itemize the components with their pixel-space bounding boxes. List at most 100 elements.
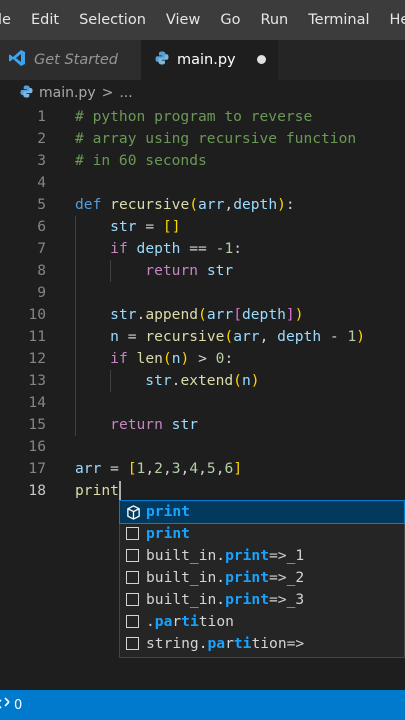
line-number: 2: [37, 130, 46, 147]
menu-go[interactable]: Go: [210, 12, 250, 28]
tab-main-py[interactable]: main.py: [141, 40, 278, 80]
cube-icon: [126, 505, 140, 520]
line-number: 10: [28, 306, 46, 323]
menu-file[interactable]: ile: [0, 12, 21, 28]
suggestion-item[interactable]: string.partition=>: [120, 633, 404, 655]
tab-label: Get Started: [34, 52, 118, 68]
suggestion-item[interactable]: built_in.print=>_3: [120, 589, 404, 611]
suggestion-item[interactable]: print: [120, 523, 404, 545]
menu-run[interactable]: Run: [250, 12, 298, 28]
indent-guide: [110, 260, 112, 282]
code-line[interactable]: 9: [0, 282, 405, 304]
code-text: str = []: [110, 218, 181, 235]
code-text: # in 60 seconds: [75, 152, 207, 169]
tab-bar: Get Started main.py: [0, 40, 405, 80]
code-text: print: [75, 482, 119, 499]
indent-guide: [75, 216, 76, 436]
line-number: 18: [28, 482, 46, 499]
code-text: return str: [110, 416, 199, 433]
line-number: 1: [37, 108, 46, 125]
suggestion-label: string.partition=>: [146, 635, 305, 652]
snippet-icon: [126, 615, 139, 628]
code-text: n = recursive(arr, depth - 1): [110, 328, 366, 345]
code-line[interactable]: 2 # array using recursive function: [0, 128, 405, 150]
code-text: if depth == -1:: [110, 240, 243, 257]
line-number: 11: [28, 328, 46, 345]
code-line[interactable]: 15 return str: [0, 414, 405, 436]
unsaved-dot-icon[interactable]: [257, 55, 266, 64]
suggestion-item[interactable]: built_in.print=>_1: [120, 545, 404, 567]
code-text: str.append(arr[depth]): [110, 306, 304, 323]
text-cursor: [119, 481, 122, 500]
menu-terminal[interactable]: Terminal: [298, 12, 379, 28]
code-line[interactable]: 1 # python program to reverse: [0, 106, 405, 128]
code-text: str.extend(n): [145, 372, 260, 389]
suggestion-label: built_in.print=>_1: [146, 547, 305, 564]
python-icon: [20, 84, 33, 102]
tab-get-started[interactable]: Get Started: [0, 40, 141, 80]
line-number: 4: [37, 174, 46, 191]
indent-guide: [110, 370, 112, 392]
vscode-logo-icon: [8, 49, 26, 71]
python-icon: [155, 51, 169, 69]
breadcrumb: main.py > ...: [0, 80, 405, 106]
line-number: 16: [28, 438, 46, 455]
line-number: 15: [28, 416, 46, 433]
code-line[interactable]: 10 str.append(arr[depth]): [0, 304, 405, 326]
remote-indicator[interactable]: 0: [0, 696, 22, 714]
suggestion-label: print: [146, 525, 190, 542]
code-text: def recursive(arr,depth):: [75, 196, 295, 213]
code-line[interactable]: 16: [0, 436, 405, 458]
line-number: 6: [37, 218, 46, 235]
code-line[interactable]: 3 # in 60 seconds: [0, 150, 405, 172]
line-number: 12: [28, 350, 46, 367]
suggestion-label: built_in.print=>_2: [146, 569, 305, 586]
code-line[interactable]: 6 str = []: [0, 216, 405, 238]
snippet-icon: [126, 593, 139, 606]
line-number: 5: [37, 196, 46, 213]
code-line[interactable]: 18 print: [0, 480, 405, 502]
status-bar: 0: [0, 690, 405, 720]
code-text: return str: [145, 262, 234, 279]
tab-label: main.py: [177, 52, 236, 68]
suggestion-item[interactable]: .partition: [120, 611, 404, 633]
line-number: 17: [28, 460, 46, 477]
suggestion-item[interactable]: built_in.print=>_2: [120, 567, 404, 589]
code-line[interactable]: 7 if depth == -1:: [0, 238, 405, 260]
menu-view[interactable]: View: [156, 12, 210, 28]
line-number: 8: [37, 262, 46, 279]
line-number: 14: [28, 394, 46, 411]
code-line[interactable]: 13 str.extend(n): [0, 370, 405, 392]
menu-selection[interactable]: Selection: [69, 12, 156, 28]
suggestion-label: print: [146, 503, 190, 520]
breadcrumb-symbols[interactable]: ...: [119, 85, 132, 101]
menu-edit[interactable]: Edit: [21, 12, 69, 28]
code-line[interactable]: 11 n = recursive(arr, depth - 1): [0, 326, 405, 348]
code-line[interactable]: 8 return str: [0, 260, 405, 282]
snippet-icon: [126, 637, 139, 650]
snippet-icon: [126, 549, 139, 562]
code-text: # python program to reverse: [75, 108, 313, 125]
text-icon: [126, 527, 139, 540]
code-line[interactable]: 12 if len(n) > 0:: [0, 348, 405, 370]
menu-bar: ile Edit Selection View Go Run Terminal …: [0, 0, 405, 40]
suggestion-label: .partition: [146, 613, 234, 630]
line-number: 13: [28, 372, 46, 389]
remote-icon: [0, 696, 10, 714]
suggestion-item[interactable]: print: [119, 500, 405, 524]
breadcrumb-file[interactable]: main.py: [39, 85, 96, 101]
status-count: 0: [14, 697, 23, 713]
code-text: if len(n) > 0:: [110, 350, 234, 367]
menu-help[interactable]: Help: [380, 12, 405, 28]
code-line[interactable]: 4: [0, 172, 405, 194]
line-number: 9: [37, 284, 46, 301]
snippet-icon: [126, 571, 139, 584]
code-line[interactable]: 17 arr = [1,2,3,4,5,6]: [0, 458, 405, 480]
code-text: arr = [1,2,3,4,5,6]: [75, 460, 243, 477]
code-line[interactable]: 14: [0, 392, 405, 414]
suggestion-label: built_in.print=>_3: [146, 591, 305, 608]
line-number: 7: [37, 240, 46, 257]
code-line[interactable]: 5 def recursive(arr,depth):: [0, 194, 405, 216]
code-text: # array using recursive function: [75, 130, 357, 147]
suggestion-widget: print print built_in.print=>_1 built_in.pri…: [119, 500, 405, 658]
